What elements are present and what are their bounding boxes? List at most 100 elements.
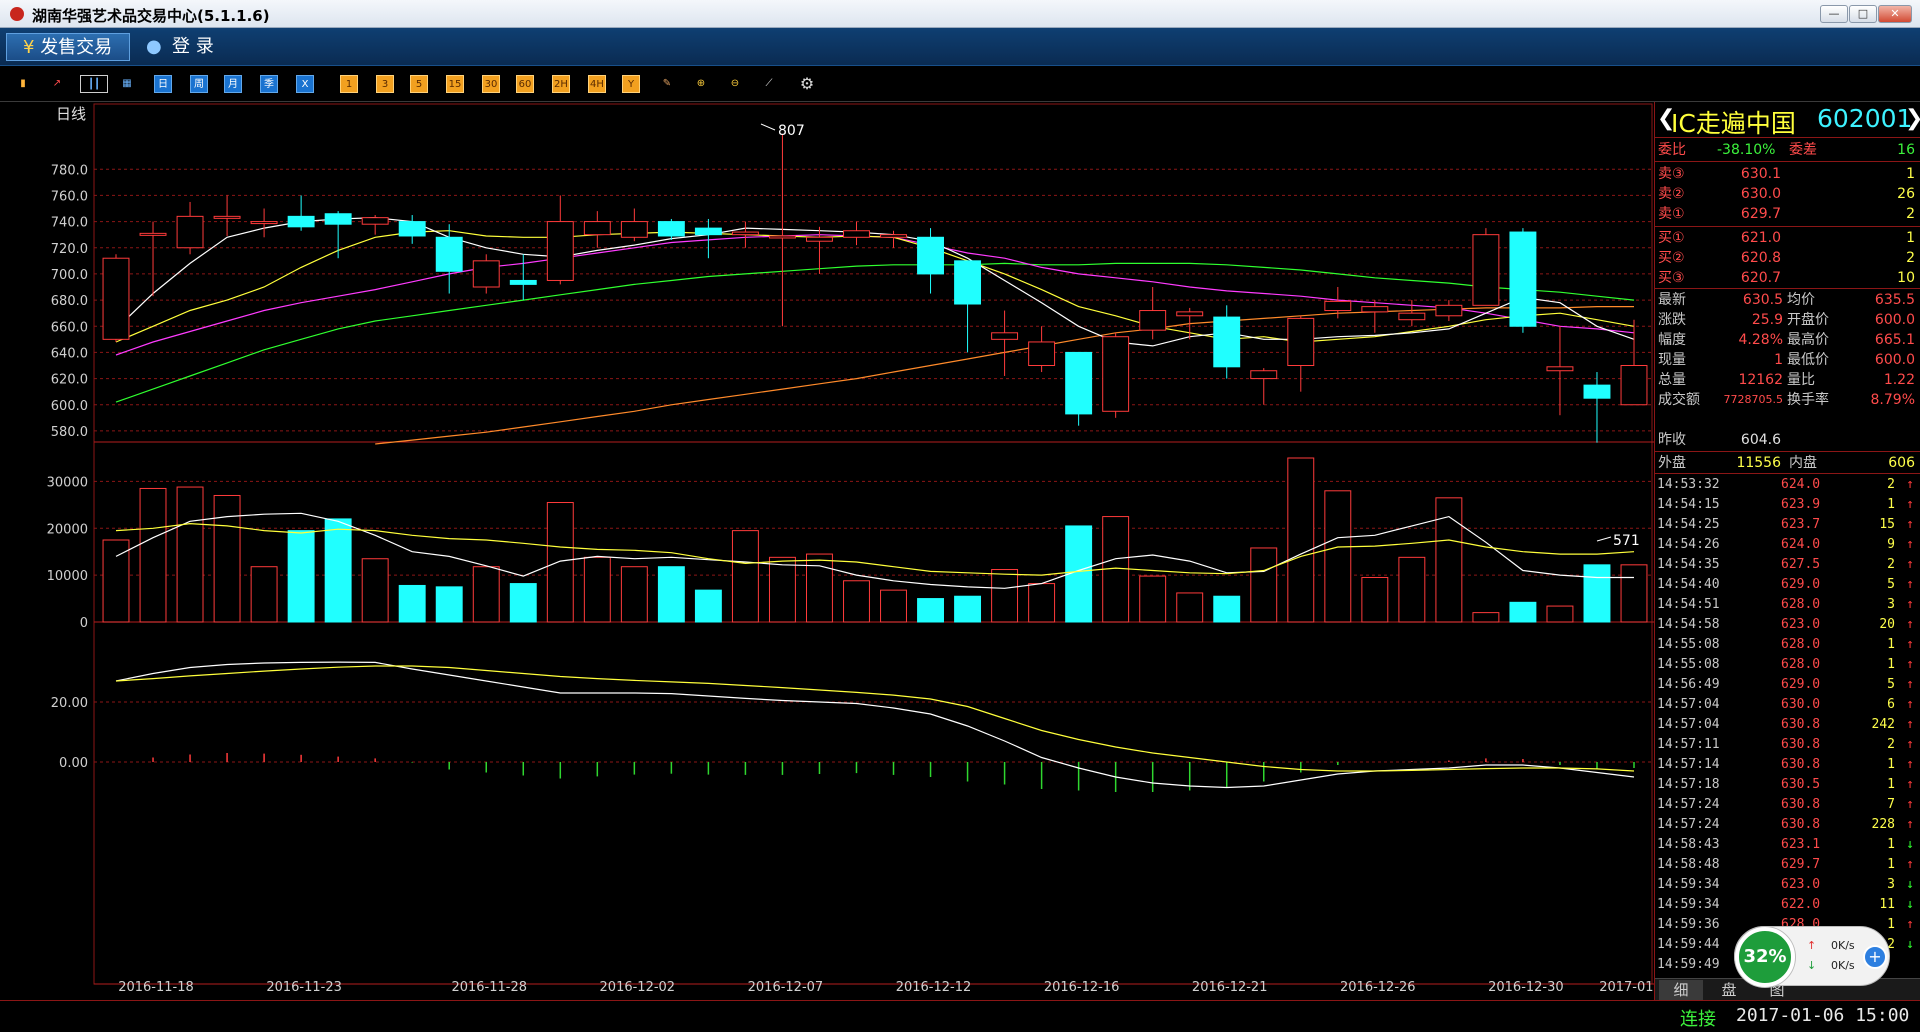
arrow-up-icon: ↑ [1906, 597, 1914, 612]
price-tick-label: 640.0 [51, 346, 88, 361]
candle-body [1102, 336, 1130, 412]
tick-time: 14:54:15 [1657, 497, 1720, 512]
close-button[interactable]: ✕ [1878, 5, 1912, 23]
stat-value: 4.28% [1738, 332, 1783, 348]
stat-label: 换手率 [1787, 392, 1829, 408]
stat-label: 开盘价 [1787, 312, 1829, 328]
sell-price: 630.1 [1740, 166, 1781, 182]
maximize-button[interactable]: □ [1849, 5, 1877, 23]
price-tick-label: 760.0 [51, 189, 88, 204]
volume-bar [620, 566, 648, 623]
bar-chart-icon[interactable]: ▮ [14, 75, 32, 93]
candle-body [398, 221, 426, 237]
volume-tick-label: 30000 [47, 475, 88, 490]
volume-bar [509, 583, 537, 623]
tick-time: 14:56:49 [1657, 677, 1720, 692]
upload-arrow-icon: ↑ [1807, 939, 1817, 952]
tick-price: 628.0 [1781, 637, 1821, 652]
tick-volume: 7 [1887, 797, 1895, 812]
tab-orderbook[interactable]: 盘 [1707, 980, 1751, 1000]
sell-label: 卖② [1658, 186, 1685, 202]
tick-time: 14:59:49 [1657, 957, 1720, 972]
price-tick-label: 780.0 [51, 163, 88, 178]
tick-row: 14:59:34 622.0 11 ↓ [1655, 895, 1920, 915]
menu-login[interactable]: ● 登 录 [140, 33, 240, 61]
price-tick-label: 620.0 [51, 373, 88, 388]
price-tick-label: 700.0 [51, 268, 88, 283]
sell-volume: 2 [1906, 206, 1915, 222]
price-tick-label: 720.0 [51, 242, 88, 257]
menu-trade[interactable]: ¥ 发售交易 [6, 33, 130, 61]
draw-line-icon[interactable]: ⟋ [760, 75, 778, 93]
tick-time: 14:54:51 [1657, 597, 1720, 612]
candle-body [954, 260, 982, 305]
volume-bar [731, 530, 759, 623]
candle-body [1324, 300, 1352, 312]
candle-body [1250, 370, 1278, 380]
high-label: 807 [778, 123, 805, 139]
tick-volume: 15 [1879, 517, 1895, 532]
candle-body [139, 232, 167, 236]
arrow-up-icon: ↑ [1906, 617, 1914, 632]
prev-close-row: 昨收 604.6 [1655, 430, 1920, 450]
plus-icon[interactable]: + [1863, 945, 1887, 969]
period-month-button[interactable]: 月 [224, 75, 242, 93]
line-chart-icon[interactable]: ↗ [48, 75, 66, 93]
zoom-out-icon[interactable]: ⊖ [726, 75, 744, 93]
minute-30-button[interactable]: 30 [482, 75, 500, 93]
minimize-button[interactable]: — [1820, 5, 1848, 23]
candle-body [361, 217, 389, 225]
stat-label: 现量 [1658, 352, 1686, 368]
calendar-icon[interactable]: ▦ [118, 75, 136, 93]
low-label: 571 [1613, 533, 1640, 549]
weibi-row: 委比 -38.10% 委差 16 [1655, 140, 1920, 160]
minute-1-button[interactable]: 1 [340, 75, 358, 93]
period-custom-button[interactable]: X [296, 75, 314, 93]
candle-body [1361, 306, 1389, 313]
sell-price: 629.7 [1740, 206, 1781, 222]
minute-5-button[interactable]: 5 [410, 75, 428, 93]
tick-row: 14:57:04 630.8 242 ↑ [1655, 715, 1920, 735]
date-label: 2016-12-02 [600, 980, 676, 995]
indicator-tick-label: 20.00 [51, 696, 88, 711]
hour-4-button[interactable]: 4H [588, 75, 606, 93]
stat-label: 总量 [1658, 372, 1686, 388]
stat-label: 最新 [1658, 292, 1686, 308]
kline-chart[interactable]: 日线 780.0 760.0 740.0 720.0 700.0 680.0 660.0 64… [0, 102, 1654, 1000]
hour-2-button[interactable]: 2H [552, 75, 570, 93]
period-day-button[interactable]: 日 [154, 75, 172, 93]
zoom-in-icon[interactable]: ⊕ [692, 75, 710, 93]
window-title: 湖南华强艺术品交易中心(5.1.1.6) [32, 7, 270, 25]
year-button[interactable]: Y [622, 75, 640, 93]
tick-price: 630.8 [1781, 737, 1821, 752]
sell-volume: 1 [1906, 166, 1915, 182]
network-speed-widget[interactable]: 32% ↑ 0K/s ↓ 0K/s + [1734, 926, 1890, 987]
divider [1655, 226, 1920, 227]
volume-bar [1583, 564, 1611, 623]
minute-15-button[interactable]: 15 [446, 75, 464, 93]
gear-icon[interactable]: ⚙ [798, 75, 816, 93]
volume-bar [1324, 490, 1352, 623]
outer-inner-row: 外盘 11556 内盘 606 [1655, 453, 1920, 473]
candle-body [472, 260, 500, 288]
candle-body [1583, 384, 1611, 399]
date-label: 2016-12-12 [896, 980, 972, 995]
period-quarter-button[interactable]: 季 [260, 75, 278, 93]
candle-body [546, 221, 574, 281]
candlestick-icon[interactable]: ┃┃ [80, 75, 108, 93]
period-week-button[interactable]: 周 [190, 75, 208, 93]
tick-row: 14:54:25 623.7 15 ↑ [1655, 515, 1920, 535]
minute-3-button[interactable]: 3 [376, 75, 394, 93]
tick-volume: 228 [1871, 817, 1895, 832]
candle-body [1028, 341, 1056, 366]
tick-time: 14:57:11 [1657, 737, 1720, 752]
price-tick-label: 740.0 [51, 216, 88, 231]
tick-time: 14:57:24 [1657, 817, 1720, 832]
tick-volume: 2 [1887, 557, 1895, 572]
tab-detail[interactable]: 细 [1659, 980, 1703, 1000]
volume-bar [1139, 575, 1167, 623]
edit-icon[interactable]: ✎ [658, 75, 676, 93]
stat-value: 7728705.5 [1723, 393, 1784, 406]
next-stock-icon[interactable]: ❯ [1905, 106, 1920, 131]
minute-60-button[interactable]: 60 [516, 75, 534, 93]
